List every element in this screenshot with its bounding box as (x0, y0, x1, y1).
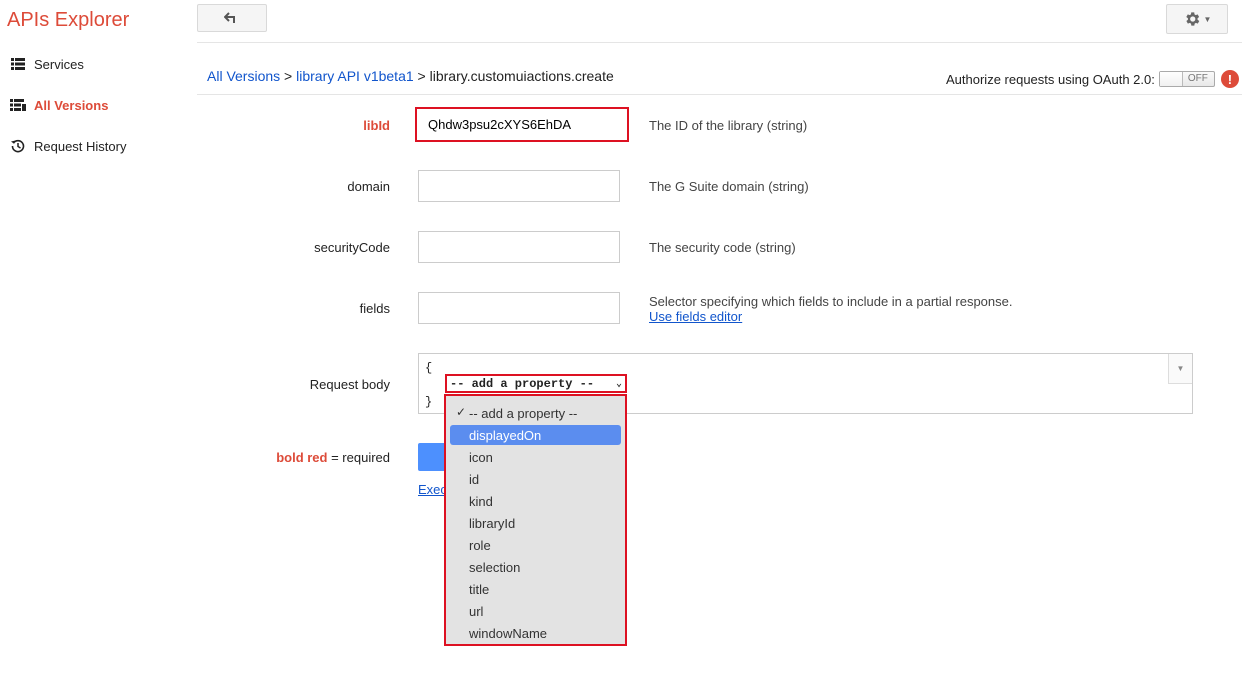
breadcrumb: All Versions > library API v1beta1 > lib… (207, 68, 614, 84)
request-body-label: Request body (309, 377, 390, 392)
execute-link[interactable]: Exec (418, 482, 444, 497)
breadcrumb-all-versions[interactable]: All Versions (207, 68, 280, 84)
option-id[interactable]: id (450, 469, 621, 489)
securitycode-field[interactable] (418, 231, 620, 263)
option-add-property[interactable]: ✓ -- add a property -- (450, 403, 621, 423)
field-label-fields: fields (359, 301, 390, 316)
sidebar-item-request-history[interactable]: Request History (10, 136, 126, 156)
close-brace: } (425, 395, 433, 409)
field-label-libid: libId (363, 118, 390, 133)
option-libraryid[interactable]: libraryId (450, 513, 621, 533)
libid-input[interactable] (417, 109, 627, 140)
sidebar-item-label: All Versions (34, 97, 109, 113)
oauth-toggle[interactable]: OFF (1158, 71, 1215, 87)
option-label: id (469, 471, 480, 487)
field-description: The security code (string) (649, 240, 796, 255)
sidebar-item-label: Services (34, 56, 84, 72)
sidebar-item-all-versions[interactable]: All Versions (10, 95, 108, 115)
domain-field[interactable] (418, 170, 620, 202)
sidebar-item-services[interactable]: Services (10, 54, 84, 74)
option-displayedon[interactable]: displayedOn (450, 425, 621, 445)
option-label: selection (469, 559, 521, 575)
property-dropdown-menu: ✓ -- add a property -- displayedOn icon … (444, 394, 627, 646)
option-url[interactable]: url (450, 601, 621, 621)
divider (197, 94, 1242, 95)
option-icon[interactable]: icon (450, 447, 621, 467)
option-label: libraryId (469, 515, 516, 531)
option-label: icon (469, 449, 493, 465)
execute-button[interactable] (418, 443, 446, 471)
settings-button[interactable]: ▼ (1166, 4, 1228, 34)
required-legend-text: = required (327, 450, 390, 465)
request-body-menu-button[interactable]: ▼ (1168, 354, 1192, 384)
fields-editor-container: Use fields editor (649, 309, 742, 324)
divider (197, 42, 1242, 43)
back-button[interactable] (197, 4, 267, 32)
option-label: url (469, 603, 484, 619)
fields-field[interactable] (418, 292, 620, 324)
warning-icon[interactable]: ! (1220, 70, 1239, 88)
list-icon (10, 56, 26, 72)
field-description: Selector specifying which fields to incl… (649, 294, 1013, 309)
field-description: The ID of the library (string) (649, 118, 808, 133)
toggle-thumb (1159, 72, 1183, 86)
securitycode-input[interactable] (419, 232, 619, 262)
required-legend: bold red = required (276, 450, 390, 465)
domain-input[interactable] (419, 171, 619, 201)
field-label-securitycode: securityCode (314, 240, 390, 255)
breadcrumb-separator: > (413, 68, 430, 84)
back-arrow-icon (224, 12, 235, 23)
breadcrumb-separator: > (280, 68, 297, 84)
chevron-down-icon: ▼ (1203, 14, 1212, 24)
sidebar-item-label: Request History (34, 138, 127, 154)
history-icon (10, 138, 26, 154)
field-label-domain: domain (347, 179, 390, 194)
breadcrumb-current: library.customuiactions.create (429, 68, 614, 84)
option-role[interactable]: role (450, 535, 621, 555)
add-property-select[interactable]: -- add a property -- ⌄ (445, 374, 627, 393)
option-label: title (469, 581, 490, 597)
option-label: displayedOn (469, 427, 542, 443)
option-label: role (469, 537, 491, 553)
option-label: kind (469, 493, 493, 509)
app-title[interactable]: APIs Explorer (7, 8, 129, 32)
use-fields-editor-link[interactable]: Use fields editor (649, 309, 742, 324)
oauth-label: Authorize requests using OAuth 2.0: (946, 71, 1155, 87)
chevron-down-icon: ⌄ (615, 378, 622, 390)
field-description: The G Suite domain (string) (649, 179, 809, 194)
toggle-state: OFF (1187, 73, 1208, 84)
checkmark-icon: ✓ (456, 405, 467, 419)
fields-input[interactable] (419, 293, 619, 323)
libid-field[interactable] (415, 107, 629, 142)
gear-icon (1185, 12, 1199, 26)
required-legend-bold: bold red (276, 450, 328, 465)
option-selection[interactable]: selection (450, 557, 621, 577)
option-title[interactable]: title (450, 579, 621, 599)
option-kind[interactable]: kind (450, 491, 621, 511)
option-label: -- add a property -- (469, 405, 578, 421)
open-brace: { (425, 361, 433, 375)
breadcrumb-library-api[interactable]: library API v1beta1 (296, 68, 414, 84)
versions-list-icon (10, 97, 26, 113)
oauth-control: Authorize requests using OAuth 2.0: OFF … (946, 70, 1239, 88)
chevron-down-icon: ▼ (1176, 364, 1185, 373)
option-label: windowName (469, 625, 548, 641)
option-windowname[interactable]: windowName (450, 623, 621, 643)
add-property-select-value: -- add a property -- (450, 376, 595, 391)
